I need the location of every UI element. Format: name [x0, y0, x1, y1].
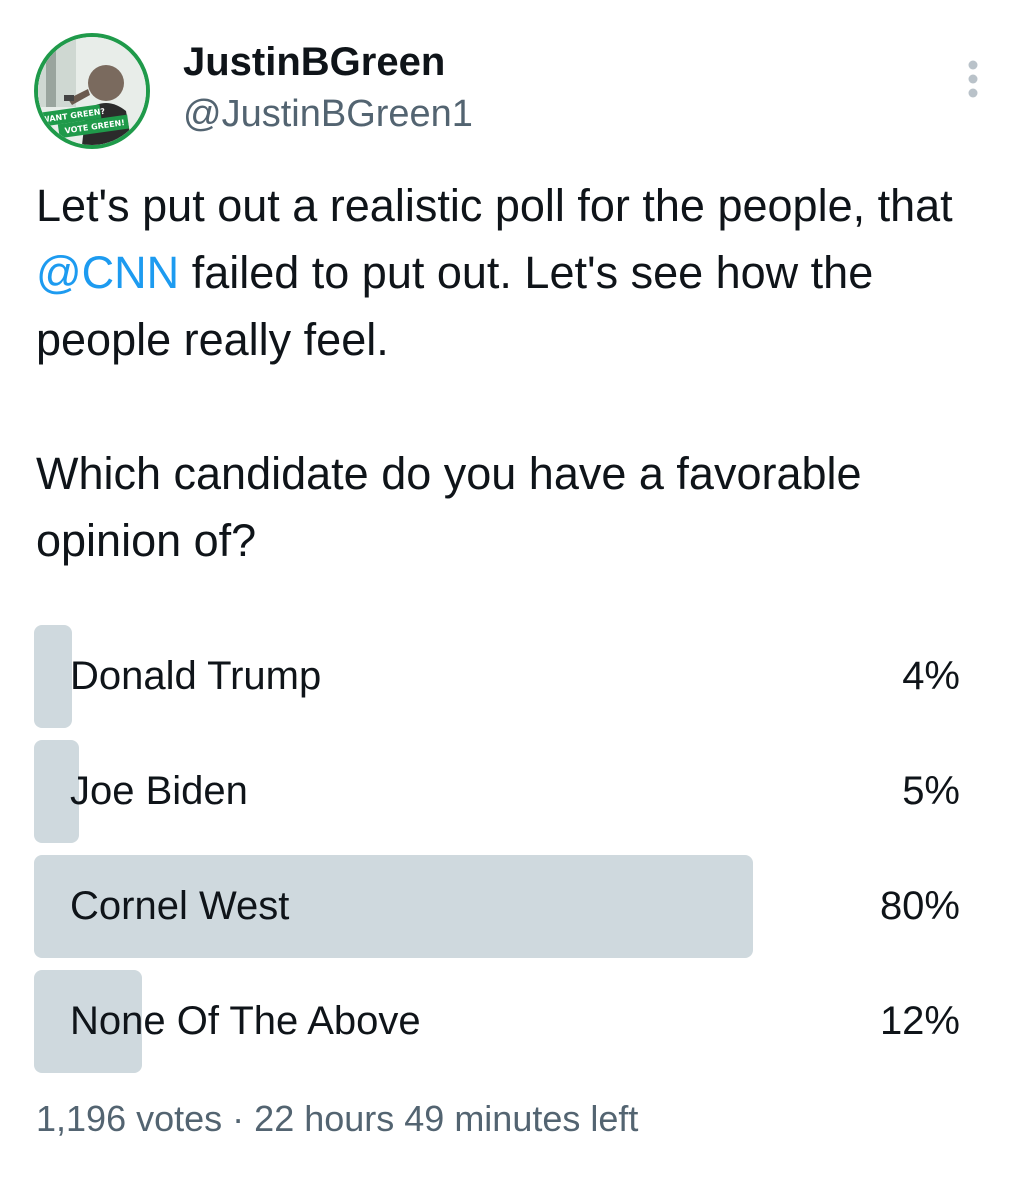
poll-separator: · [232, 1098, 245, 1139]
poll-option-percent: 80% [879, 884, 960, 928]
poll-time-left: 22 hours 49 minutes left [254, 1098, 639, 1139]
poll-option-percent: 12% [879, 999, 960, 1043]
poll-option-label: None Of The Above [70, 999, 421, 1043]
poll-option: Cornel West 80% [34, 855, 960, 958]
poll-option-label: Donald Trump [70, 654, 322, 698]
poll-option: Donald Trump 4% [34, 625, 960, 728]
author-handle[interactable]: @JustinBGreen1 [183, 90, 473, 138]
poll-option: Joe Biden 5% [34, 740, 960, 843]
tweet-text-part1: Let's put out a realistic poll for the p… [36, 180, 966, 231]
poll-bar [34, 625, 72, 728]
poll-vote-count: 1,196 votes [36, 1098, 223, 1139]
tweet-text: Let's put out a realistic poll for the p… [36, 172, 996, 574]
poll: Donald Trump 4% Joe Biden 5% Cornel West… [34, 625, 960, 1085]
poll-option-percent: 4% [902, 654, 960, 698]
poll-option-label: Joe Biden [70, 769, 248, 813]
poll-option: None Of The Above 12% [34, 970, 960, 1073]
poll-footer: 1,196 votes · 22 hours 49 minutes left [36, 1095, 638, 1143]
more-options-button[interactable] [950, 56, 996, 102]
poll-option-label: Cornel West [70, 884, 290, 928]
avatar[interactable]: WANT GREEN? VOTE GREEN! [34, 33, 150, 149]
more-vertical-icon [968, 60, 978, 98]
mention-link[interactable]: @CNN [36, 247, 179, 298]
author-display-name[interactable]: JustinBGreen [183, 38, 445, 86]
avatar-image: WANT GREEN? VOTE GREEN! [38, 37, 146, 145]
poll-option-percent: 5% [902, 769, 960, 813]
